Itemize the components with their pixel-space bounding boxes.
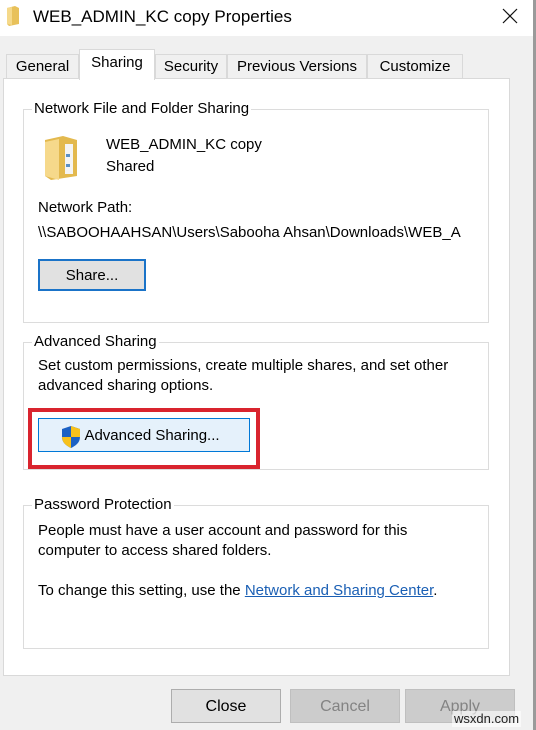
- tab-previous-versions[interactable]: Previous Versions: [227, 54, 367, 79]
- tab-strip: General Sharing Security Previous Versio…: [4, 49, 524, 80]
- folder-icon: [7, 6, 19, 26]
- change-setting-text: To change this setting, use the Network …: [38, 581, 437, 601]
- folder-name: WEB_ADMIN_KC copy: [106, 136, 262, 153]
- tab-security[interactable]: Security: [155, 54, 227, 79]
- group-label: Network File and Folder Sharing: [32, 100, 252, 118]
- uac-shield-icon: [62, 426, 80, 448]
- watermark: wsxdn.com: [452, 711, 522, 727]
- close-icon[interactable]: [496, 4, 524, 30]
- group-label: Advanced Sharing: [32, 333, 159, 351]
- advanced-sharing-button-label: Advanced Sharing...: [84, 427, 220, 444]
- share-status: Shared: [106, 158, 155, 175]
- shared-folder-icon: [45, 136, 77, 180]
- share-button[interactable]: Share...: [38, 259, 146, 291]
- advanced-sharing-button[interactable]: Advanced Sharing...: [38, 418, 250, 452]
- tab-general[interactable]: General: [6, 54, 79, 79]
- password-description-1: People must have a user account and pass…: [38, 522, 408, 539]
- close-button[interactable]: Close: [171, 689, 281, 723]
- group-label: Password Protection: [32, 496, 174, 514]
- advanced-sharing-description-1: Set custom permissions, create multiple …: [38, 357, 449, 374]
- network-sharing-center-link[interactable]: Network and Sharing Center: [245, 582, 433, 599]
- password-description-2: computer to access shared folders.: [38, 542, 272, 559]
- advanced-sharing-description-2: advanced sharing options.: [38, 377, 214, 394]
- cancel-button[interactable]: Cancel: [290, 689, 400, 723]
- password-protection-group: Password Protection People must have a u…: [23, 496, 489, 649]
- window-title: WEB_ADMIN_KC copy Properties: [33, 7, 292, 26]
- change-suffix: .: [433, 582, 438, 599]
- tab-sharing[interactable]: Sharing: [79, 49, 155, 80]
- tab-customize[interactable]: Customize: [367, 54, 463, 79]
- network-sharing-group: Network File and Folder Sharing WEB_ADMI…: [23, 100, 489, 323]
- sharing-panel: Network File and Folder Sharing WEB_ADMI…: [3, 78, 510, 676]
- network-path-value: \\SABOOHAAHSAN\Users\Sabooha Ahsan\Downl…: [38, 224, 461, 241]
- network-path-label: Network Path:: [38, 199, 133, 216]
- change-prefix: To change this setting, use the: [38, 582, 245, 599]
- title-bar: WEB_ADMIN_KC copy Properties: [0, 0, 533, 36]
